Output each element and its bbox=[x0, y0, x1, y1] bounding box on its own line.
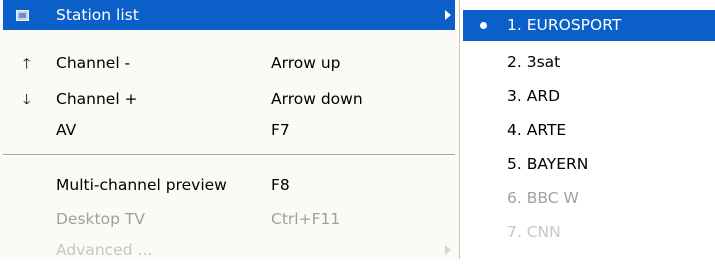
menu-item-channel-minus[interactable]: 🡑 Channel - Arrow up bbox=[3, 48, 455, 78]
arrow-down-icon: 🡓 bbox=[23, 92, 31, 108]
menu-item-shortcut: F7 bbox=[271, 121, 290, 139]
station-label: 7. CNN bbox=[507, 223, 561, 241]
station-list-submenu: 1. EUROSPORT 2. 3sat 3. ARD 4. ARTE 5. B… bbox=[460, 0, 715, 259]
station-label: 4. ARTE bbox=[507, 121, 567, 139]
menu-item-label: Multi-channel preview bbox=[56, 176, 227, 194]
menu-item-shortcut: Arrow down bbox=[271, 90, 363, 108]
menu-item-station-list[interactable]: Station list bbox=[3, 0, 455, 30]
menu-item-shortcut: F8 bbox=[271, 176, 290, 194]
station-item-3sat[interactable]: 2. 3sat bbox=[463, 47, 715, 78]
menu-item-label: Channel + bbox=[56, 90, 138, 108]
context-menu: Station list 🡑 Channel - Arrow up 🡓 Chan… bbox=[0, 0, 460, 259]
station-item-cnn[interactable]: 7. CNN bbox=[463, 217, 715, 248]
menu-item-shortcut: Arrow up bbox=[271, 54, 341, 72]
menu-item-advanced[interactable]: Advanced ... bbox=[3, 235, 455, 265]
station-label: 6. BBC W bbox=[507, 189, 579, 207]
menu-item-multi-channel-preview[interactable]: Multi-channel preview F8 bbox=[3, 170, 455, 200]
station-item-bbc-w[interactable]: 6. BBC W bbox=[463, 183, 715, 214]
station-label: 3. ARD bbox=[507, 87, 561, 105]
menu-item-label: Desktop TV bbox=[56, 210, 145, 228]
station-label: 2. 3sat bbox=[507, 53, 561, 71]
menu-item-channel-plus[interactable]: 🡓 Channel + Arrow down bbox=[3, 84, 455, 114]
selected-bullet-icon bbox=[480, 22, 487, 29]
tv-icon bbox=[16, 10, 29, 21]
submenu-arrow-icon bbox=[445, 245, 451, 255]
station-item-ard[interactable]: 3. ARD bbox=[463, 81, 715, 112]
menu-item-label: Advanced ... bbox=[56, 241, 153, 259]
arrow-up-icon: 🡑 bbox=[23, 56, 31, 72]
station-item-arte[interactable]: 4. ARTE bbox=[463, 115, 715, 146]
menu-item-label: AV bbox=[56, 121, 77, 139]
menu-item-desktop-tv[interactable]: Desktop TV Ctrl+F11 bbox=[3, 204, 455, 234]
station-label: 5. BAYERN bbox=[507, 155, 589, 173]
station-label: 1. EUROSPORT bbox=[507, 16, 622, 34]
menu-item-av[interactable]: AV F7 bbox=[3, 115, 455, 145]
station-item-eurosport[interactable]: 1. EUROSPORT bbox=[463, 10, 715, 41]
menu-item-shortcut: Ctrl+F11 bbox=[271, 210, 341, 228]
menu-separator bbox=[3, 154, 455, 156]
station-item-bayern[interactable]: 5. BAYERN bbox=[463, 149, 715, 180]
menu-item-label: Channel - bbox=[56, 54, 131, 72]
submenu-arrow-icon bbox=[445, 10, 451, 20]
menu-item-label: Station list bbox=[56, 6, 139, 24]
